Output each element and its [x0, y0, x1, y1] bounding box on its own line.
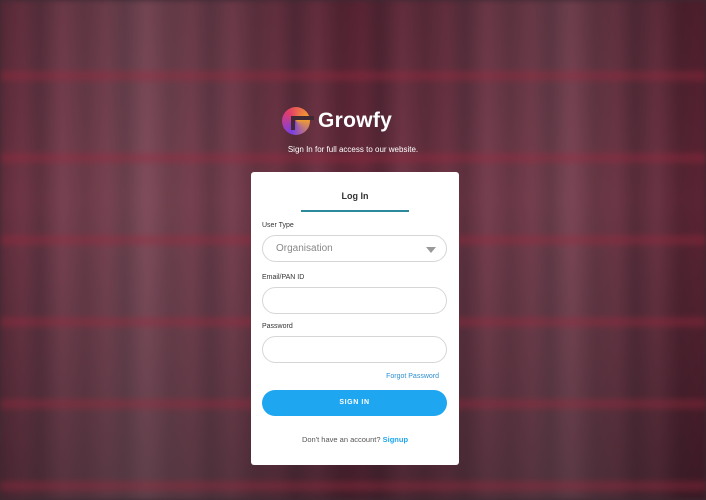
tab-log-in[interactable]: Log In	[301, 191, 409, 212]
password-field[interactable]	[262, 336, 447, 363]
growfy-logo-icon	[282, 107, 314, 135]
user-type-label: User Type	[262, 222, 294, 229]
user-type-value: Organisation	[276, 243, 333, 254]
signup-prompt-text: Don't have an account?	[301, 435, 381, 444]
signup-prompt: Don't have an account? Signup	[251, 435, 459, 444]
chevron-down-icon	[426, 247, 436, 253]
user-type-select[interactable]: Organisation	[262, 235, 447, 262]
email-field[interactable]	[262, 287, 447, 314]
brand-name: Growfy	[318, 109, 393, 132]
brand: Growfy	[282, 107, 392, 135]
tagline: Sign In for full access to our website.	[287, 145, 419, 154]
login-card: Log In User Type Organisation Email/PAN …	[251, 172, 459, 465]
password-label: Password	[262, 323, 293, 330]
email-label: Email/PAN ID	[262, 274, 305, 281]
signup-link[interactable]: Signup	[383, 435, 408, 444]
sign-in-button[interactable]: SIGN IN	[262, 390, 447, 416]
forgot-password-link[interactable]: Forgot Password	[386, 373, 439, 380]
